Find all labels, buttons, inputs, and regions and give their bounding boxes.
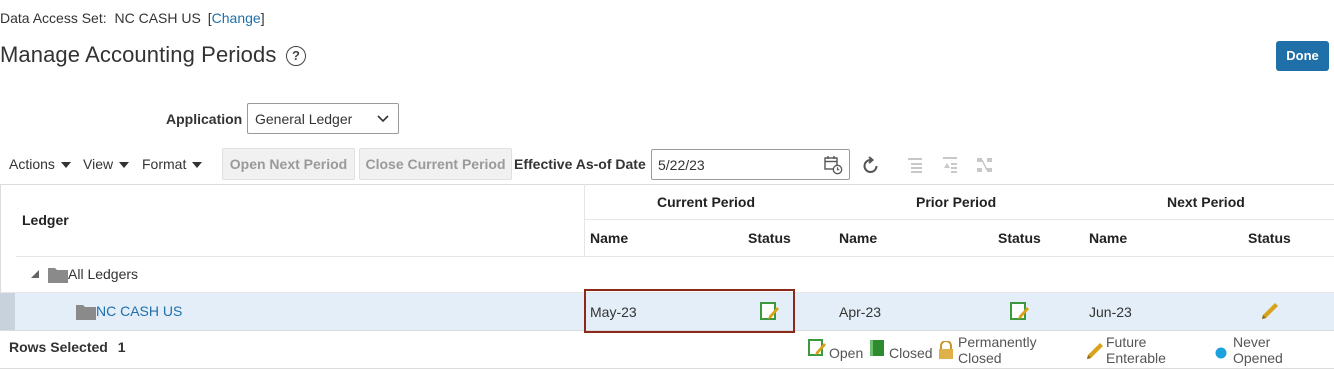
caret-down-icon bbox=[60, 162, 71, 169]
application-select[interactable]: General Ledger bbox=[247, 103, 399, 134]
next-period-name: Jun-23 bbox=[1089, 304, 1132, 320]
current-period-header: Current Period bbox=[657, 194, 756, 210]
prior-name-header[interactable]: Name bbox=[839, 230, 877, 246]
open-status-icon bbox=[808, 339, 826, 356]
row-selection-marker bbox=[0, 293, 15, 330]
caret-down-icon bbox=[119, 162, 130, 169]
detach-icon[interactable] bbox=[976, 156, 994, 174]
legend-never-line2: Opened bbox=[1233, 350, 1283, 366]
actions-label: Actions bbox=[9, 156, 55, 172]
folder-icon bbox=[48, 268, 68, 283]
format-label: Format bbox=[142, 156, 187, 172]
footer-border bbox=[0, 368, 1334, 369]
view-menu[interactable]: View bbox=[83, 156, 130, 172]
refresh-icon[interactable] bbox=[861, 156, 881, 176]
chevron-down-icon bbox=[377, 115, 389, 123]
header-bottom-border bbox=[16, 256, 1334, 257]
effective-date-input[interactable]: 5/22/23 bbox=[651, 149, 850, 180]
actions-menu[interactable]: Actions bbox=[9, 156, 71, 172]
header-divider bbox=[584, 184, 585, 256]
close-current-period-button[interactable]: Close Current Period bbox=[359, 148, 512, 180]
table-top-border bbox=[0, 184, 1334, 185]
legend-perm-line1: Permanently bbox=[958, 334, 1037, 350]
legend-perm-line2: Closed bbox=[958, 350, 1002, 366]
prior-period-header: Prior Period bbox=[916, 194, 997, 210]
open-status-icon[interactable] bbox=[1010, 302, 1030, 321]
open-next-period-button[interactable]: Open Next Period bbox=[222, 148, 355, 180]
data-access-label: Data Access Set: bbox=[0, 10, 107, 26]
application-label: Application bbox=[166, 111, 243, 127]
effective-date-value: 5/22/23 bbox=[658, 157, 705, 173]
calendar-icon[interactable] bbox=[823, 155, 843, 175]
expand-all-icon[interactable] bbox=[906, 156, 924, 174]
legend-never-opened: Never Opened bbox=[1233, 334, 1283, 366]
rows-selected: Rows Selected 1 bbox=[9, 339, 126, 355]
done-button[interactable]: Done bbox=[1276, 41, 1329, 71]
legend-future-enterable: Future Enterable bbox=[1106, 334, 1166, 366]
collapse-triangle-icon[interactable] bbox=[30, 269, 40, 279]
caret-down-icon bbox=[192, 162, 203, 169]
view-label: View bbox=[83, 156, 114, 172]
change-bracket: [Change] bbox=[207, 10, 265, 26]
closed-status-icon bbox=[870, 340, 884, 356]
data-access-set: Data Access Set: NC CASH US [Change] bbox=[0, 10, 265, 26]
next-status-header[interactable]: Status bbox=[1248, 230, 1291, 246]
legend-closed: Closed bbox=[889, 345, 933, 361]
data-access-value: NC CASH US bbox=[114, 10, 201, 26]
rows-selected-label: Rows Selected bbox=[9, 339, 108, 355]
legend-future-line2: Enterable bbox=[1106, 350, 1166, 366]
legend-open: Open bbox=[829, 345, 864, 361]
application-value: General Ledger bbox=[255, 111, 353, 127]
next-name-header[interactable]: Name bbox=[1089, 230, 1127, 246]
lock-icon bbox=[939, 341, 953, 359]
ledger-link[interactable]: NC CASH US bbox=[96, 303, 182, 319]
current-name-header[interactable]: Name bbox=[590, 230, 628, 246]
prior-period-name: Apr-23 bbox=[839, 304, 882, 320]
highlight-box bbox=[584, 289, 795, 333]
help-icon[interactable]: ? bbox=[286, 46, 306, 66]
legend-never-line1: Never bbox=[1233, 334, 1271, 350]
ledger-name: All Ledgers bbox=[68, 266, 139, 282]
never-opened-dot-icon bbox=[1215, 347, 1227, 359]
prior-status-header[interactable]: Status bbox=[998, 230, 1041, 246]
collapse-all-icon[interactable] bbox=[941, 156, 959, 174]
effective-date-label: Effective As-of Date bbox=[514, 156, 646, 172]
folder-icon bbox=[76, 305, 96, 320]
ledger-column-header[interactable]: Ledger bbox=[22, 212, 69, 228]
pencil-icon[interactable] bbox=[1260, 302, 1280, 321]
format-menu[interactable]: Format bbox=[142, 156, 203, 172]
next-period-header: Next Period bbox=[1167, 194, 1245, 210]
change-link[interactable]: Change bbox=[212, 10, 261, 26]
current-status-header[interactable]: Status bbox=[748, 230, 791, 246]
rows-selected-count: 1 bbox=[117, 339, 126, 355]
subheader-divider bbox=[584, 219, 1334, 220]
page-title: Manage Accounting Periods bbox=[0, 42, 277, 67]
legend-future-line1: Future bbox=[1106, 334, 1147, 350]
pencil-icon bbox=[1087, 343, 1103, 359]
legend-permanently-closed: Permanently Closed bbox=[958, 334, 1037, 366]
